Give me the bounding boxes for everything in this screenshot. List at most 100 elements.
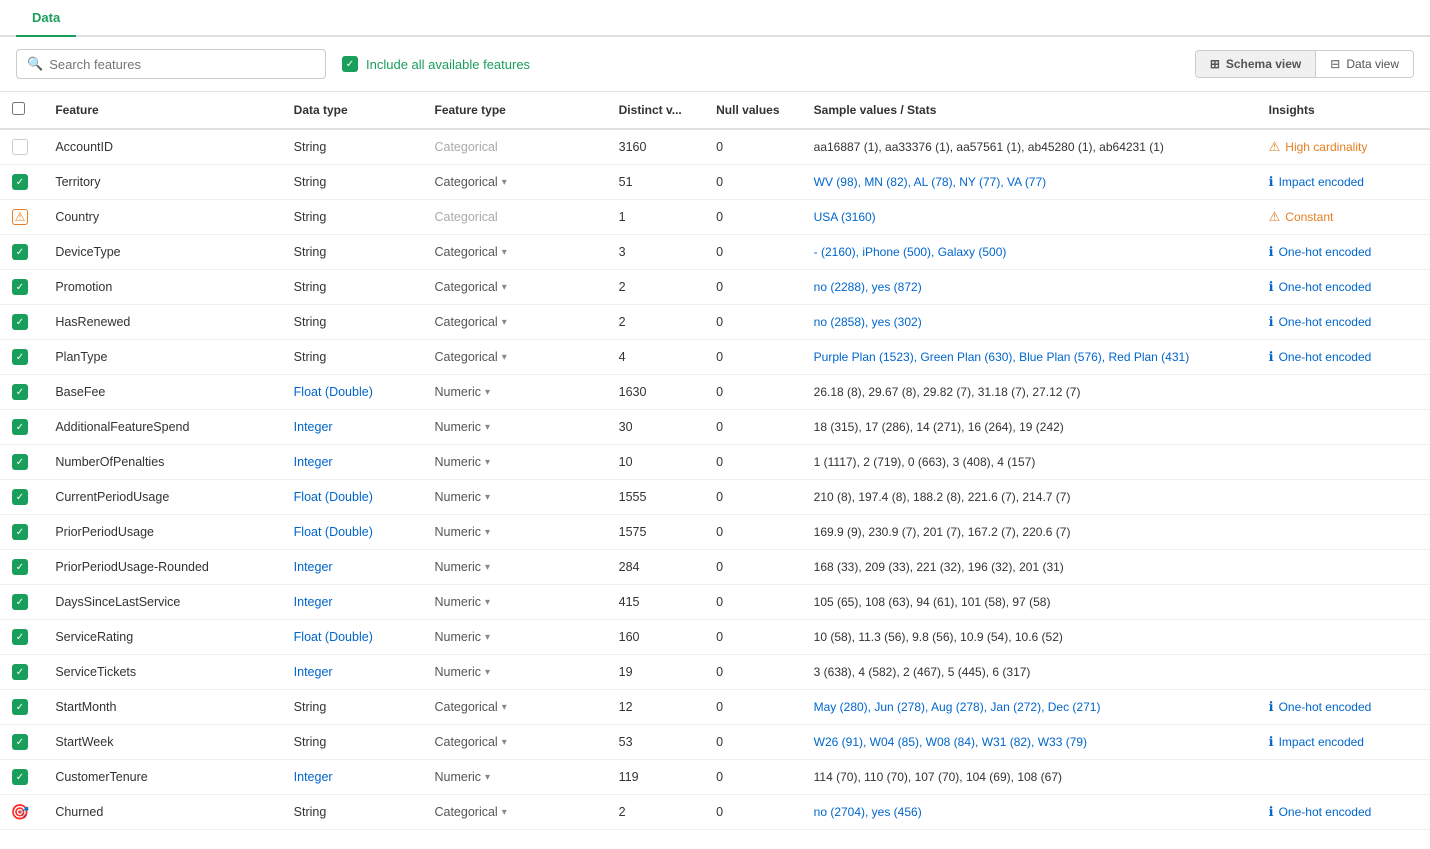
cell-check[interactable]: ✓ (0, 655, 43, 690)
cell-featuretype[interactable]: Categorical ▾ (422, 235, 606, 270)
cell-check[interactable]: ✓ (0, 690, 43, 725)
cell-feature: ServiceRating (43, 620, 281, 655)
row-checkbox[interactable]: ✓ (12, 349, 28, 365)
feature-type-text: Categorical (434, 805, 497, 819)
cell-check[interactable]: ✓ (0, 270, 43, 305)
cell-check[interactable]: ✓ (0, 445, 43, 480)
row-checkbox[interactable]: ✓ (12, 419, 28, 435)
cell-check[interactable]: ✓ (0, 410, 43, 445)
cell-featuretype[interactable]: Categorical ▾ (422, 165, 606, 200)
col-header-feature[interactable]: Feature (43, 92, 281, 129)
row-checkbox[interactable]: ✓ (12, 489, 28, 505)
row-checkbox[interactable]: ✓ (12, 769, 28, 785)
cell-featuretype[interactable]: Numeric ▾ (422, 655, 606, 690)
table-header-row: Feature Data type Feature type Distinct … (0, 92, 1430, 129)
cell-check[interactable]: ✓ (0, 515, 43, 550)
cell-featuretype[interactable]: Categorical ▾ (422, 340, 606, 375)
cell-insights: ℹ One-hot encoded (1257, 235, 1430, 270)
cell-distinct: 415 (607, 585, 705, 620)
cell-featuretype[interactable]: Numeric ▾ (422, 760, 606, 795)
row-checkbox[interactable]: ✓ (12, 559, 28, 575)
cell-feature: AdditionalFeatureSpend (43, 410, 281, 445)
row-checkbox[interactable]: ⚠ (12, 209, 28, 225)
row-checkbox[interactable]: ✓ (12, 384, 28, 400)
schema-view-button[interactable]: ⊞ Schema view (1196, 51, 1316, 77)
search-input[interactable] (49, 57, 315, 72)
insight-badge: ℹ One-hot encoded (1269, 279, 1418, 295)
cell-sample: May (280), Jun (278), Aug (278), Jan (27… (802, 690, 1257, 725)
sample-value: 10 (58), 11.3 (56), 9.8 (56), 10.9 (54),… (814, 630, 1063, 644)
cell-feature: AccountID (43, 129, 281, 165)
row-checkbox[interactable]: ✓ (12, 594, 28, 610)
cell-check[interactable]: ✓ (0, 480, 43, 515)
cell-insights (1257, 410, 1430, 445)
feature-type-text: Categorical (434, 735, 497, 749)
row-checkbox[interactable]: ✓ (12, 454, 28, 470)
cell-distinct: 12 (607, 690, 705, 725)
cell-check[interactable]: ✓ (0, 305, 43, 340)
col-header-insights[interactable]: Insights (1257, 92, 1430, 129)
row-checkbox[interactable]: ✓ (12, 734, 28, 750)
cell-featuretype[interactable]: Categorical ▾ (422, 305, 606, 340)
table-row: ✓ HasRenewed String Categorical ▾ 2 0 no… (0, 305, 1430, 340)
cell-featuretype[interactable]: Numeric ▾ (422, 585, 606, 620)
row-checkbox[interactable]: ✓ (12, 629, 28, 645)
cell-check[interactable]: ✓ (0, 760, 43, 795)
tab-data[interactable]: Data (16, 0, 76, 37)
cell-check[interactable]: ✓ (0, 375, 43, 410)
cell-check[interactable]: ✓ (0, 235, 43, 270)
cell-check[interactable]: ✓ (0, 550, 43, 585)
cell-insights: ⚠ High cardinality (1257, 129, 1430, 165)
cell-check[interactable]: ✓ (0, 340, 43, 375)
cell-featuretype[interactable]: Numeric ▾ (422, 550, 606, 585)
col-header-null[interactable]: Null values (704, 92, 802, 129)
col-header-featuretype[interactable]: Feature type (422, 92, 606, 129)
cell-distinct: 2 (607, 270, 705, 305)
col-header-sample[interactable]: Sample values / Stats (802, 92, 1257, 129)
search-icon: 🔍 (27, 56, 43, 72)
cell-insights: ℹ One-hot encoded (1257, 305, 1430, 340)
cell-featuretype[interactable]: Numeric ▾ (422, 515, 606, 550)
cell-featuretype[interactable]: Numeric ▾ (422, 410, 606, 445)
cell-featuretype[interactable]: Numeric ▾ (422, 620, 606, 655)
cell-sample: 10 (58), 11.3 (56), 9.8 (56), 10.9 (54),… (802, 620, 1257, 655)
chevron-down-icon: ▾ (485, 527, 490, 538)
row-checkbox[interactable]: 🎯 (12, 804, 28, 820)
cell-check[interactable]: ✓ (0, 725, 43, 760)
cell-feature: CurrentPeriodUsage (43, 480, 281, 515)
cell-check[interactable]: ✓ (0, 585, 43, 620)
cell-check[interactable]: ✓ (0, 620, 43, 655)
cell-featuretype[interactable]: Categorical ▾ (422, 270, 606, 305)
cell-null: 0 (704, 585, 802, 620)
row-checkbox[interactable]: ✓ (12, 244, 28, 260)
table-row: ✓ DeviceType String Categorical ▾ 3 0 - … (0, 235, 1430, 270)
cell-featuretype[interactable]: Categorical ▾ (422, 795, 606, 830)
cell-check[interactable] (0, 129, 43, 165)
cell-sample: 105 (65), 108 (63), 94 (61), 101 (58), 9… (802, 585, 1257, 620)
cell-featuretype[interactable]: Categorical ▾ (422, 690, 606, 725)
row-checkbox[interactable]: ✓ (12, 524, 28, 540)
select-all-checkbox[interactable] (12, 102, 25, 115)
row-checkbox[interactable]: ✓ (12, 664, 28, 680)
sample-value: - (2160), iPhone (500), Galaxy (500) (814, 245, 1007, 259)
cell-check[interactable]: ✓ (0, 165, 43, 200)
cell-featuretype[interactable]: Categorical (422, 200, 606, 235)
cell-featuretype[interactable]: Numeric ▾ (422, 375, 606, 410)
cell-null: 0 (704, 270, 802, 305)
cell-check[interactable]: ⚠ (0, 200, 43, 235)
cell-featuretype[interactable]: Categorical (422, 129, 606, 165)
row-checkbox[interactable]: ✓ (12, 699, 28, 715)
cell-featuretype[interactable]: Categorical ▾ (422, 725, 606, 760)
data-view-button[interactable]: ⊟ Data view (1316, 51, 1413, 77)
cell-featuretype[interactable]: Numeric ▾ (422, 445, 606, 480)
col-header-datatype[interactable]: Data type (282, 92, 423, 129)
include-features-toggle[interactable]: ✓ Include all available features (342, 56, 530, 72)
tab-bar: Data (0, 0, 1430, 37)
row-checkbox[interactable]: ✓ (12, 314, 28, 330)
cell-check[interactable]: 🎯 (0, 795, 43, 830)
row-checkbox[interactable]: ✓ (12, 174, 28, 190)
row-checkbox[interactable]: ✓ (12, 279, 28, 295)
col-header-distinct[interactable]: Distinct v... (607, 92, 705, 129)
cell-featuretype[interactable]: Numeric ▾ (422, 480, 606, 515)
row-checkbox[interactable] (12, 139, 28, 155)
